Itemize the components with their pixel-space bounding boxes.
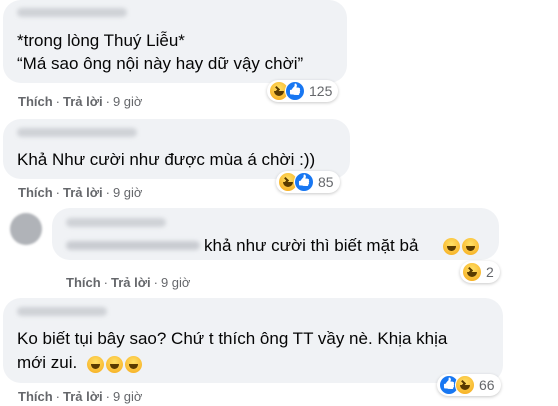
emoji-group <box>443 238 479 255</box>
comment-text-line: mới zui. <box>17 353 78 372</box>
haha-icon <box>462 262 482 282</box>
reaction-count: 85 <box>318 174 334 190</box>
rofl-emoji-icon <box>87 356 104 373</box>
reply-action[interactable]: Trả lời <box>63 185 103 200</box>
comment-bubble-2: Khả Như cười như được mùa á chời :)) <box>3 119 350 179</box>
reaction-summary-4[interactable]: 66 <box>437 374 501 396</box>
emoji-group <box>87 356 142 373</box>
reaction-count: 66 <box>479 377 495 393</box>
like-action[interactable]: Thích <box>66 275 101 290</box>
comment-text-line: “Má sao ông nội này hay dữ vậy chời” <box>17 54 304 73</box>
reaction-summary-2[interactable]: 85 <box>276 171 340 193</box>
timestamp[interactable]: 9 giờ <box>113 389 143 404</box>
author-name-blurred[interactable] <box>17 307 107 316</box>
comment-bubble-3: khả như cười thì biết mặt bả <box>52 208 499 260</box>
comment-bubble-4: Ko biết tụi bây sao? Chứ t thích ông TT … <box>3 298 503 383</box>
reply-action[interactable]: Trả lời <box>63 389 103 404</box>
comment-bubble-1: *trong lòng Thuý Liễu* “Má sao ông nội n… <box>3 0 347 83</box>
comment-actions-2: Thích · Trả lời · 9 giờ <box>18 185 143 200</box>
author-name-blurred[interactable] <box>66 218 166 227</box>
laughing-emoji-icon <box>443 238 460 255</box>
laughing-emoji-icon <box>462 238 479 255</box>
comment-text-line: Khả Như cười như được mùa á chời :)) <box>17 150 316 169</box>
like-icon <box>285 81 305 101</box>
comment-text-line: *trong lòng Thuý Liễu* <box>17 31 185 50</box>
author-name-blurred[interactable] <box>17 8 127 17</box>
timestamp[interactable]: 9 giờ <box>161 275 191 290</box>
reaction-count: 125 <box>309 83 333 99</box>
like-action[interactable]: Thích <box>18 185 53 200</box>
comment-text-line: khả như cười thì biết mặt bả <box>204 236 419 255</box>
rofl-emoji-icon <box>125 356 142 373</box>
reaction-count: 2 <box>486 264 494 280</box>
like-action[interactable]: Thích <box>18 389 53 404</box>
like-icon <box>294 172 314 192</box>
reply-action[interactable]: Trả lời <box>111 275 151 290</box>
comment-actions-1: Thích · Trả lời · 9 giờ <box>18 94 143 109</box>
reaction-summary-3[interactable]: 2 <box>460 261 500 283</box>
comment-actions-4: Thích · Trả lời · 9 giờ <box>18 389 143 404</box>
timestamp[interactable]: 9 giờ <box>113 94 143 109</box>
avatar[interactable] <box>10 213 42 245</box>
reply-action[interactable]: Trả lời <box>63 94 103 109</box>
comment-text-line: Ko biết tụi bây sao? Chứ t thích ông TT … <box>17 329 448 348</box>
reaction-summary-1[interactable]: 125 <box>267 80 339 102</box>
mention-blurred[interactable] <box>66 241 200 250</box>
like-action[interactable]: Thích <box>18 94 53 109</box>
comment-actions-3: Thích · Trả lời · 9 giờ <box>66 275 191 290</box>
timestamp[interactable]: 9 giờ <box>113 185 143 200</box>
haha-icon <box>455 375 475 395</box>
rofl-emoji-icon <box>106 356 123 373</box>
author-name-blurred[interactable] <box>17 128 137 137</box>
